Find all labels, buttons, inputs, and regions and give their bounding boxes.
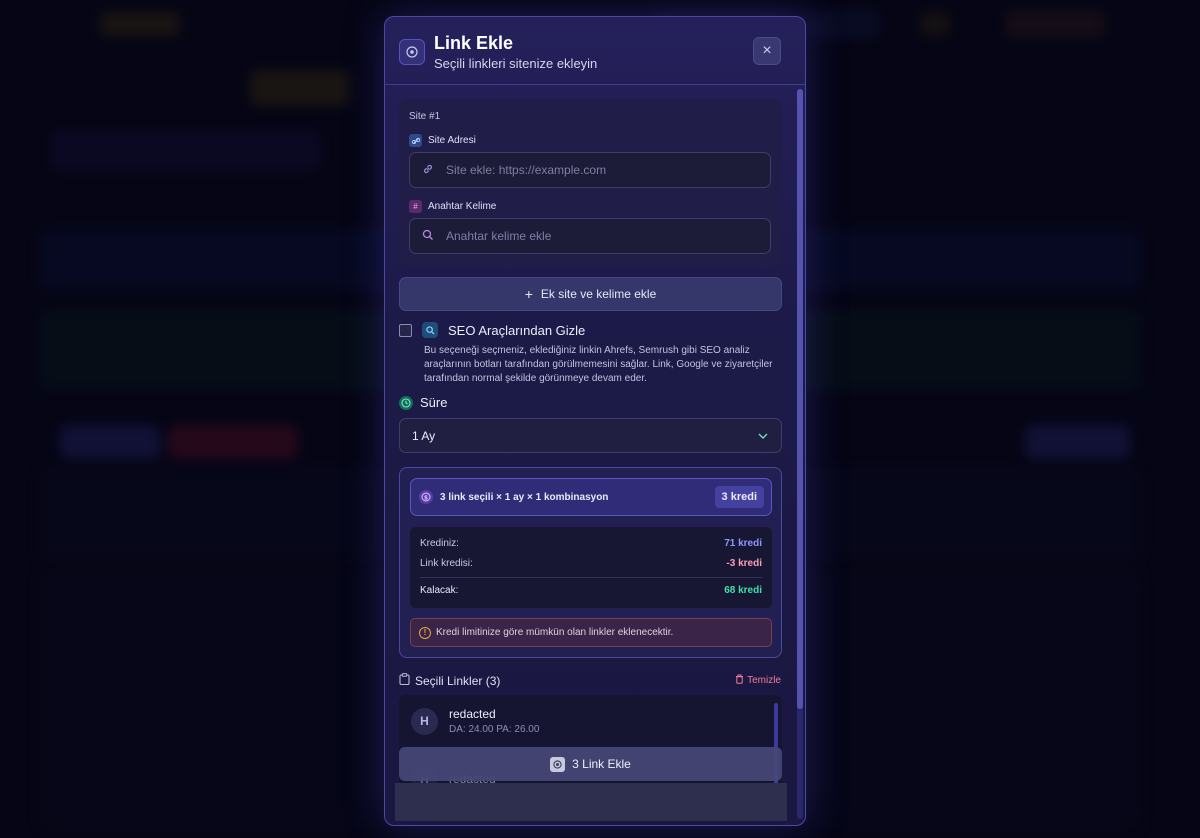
link-target-icon [399,39,425,65]
clear-selected-button[interactable]: Temizle [735,674,781,687]
keyword-placeholder: Anahtar kelime ekle [446,229,552,243]
link-icon [409,134,422,147]
list-item[interactable]: H redacted DA: 24.00 PA: 26.00 [411,707,539,735]
search-icon [422,229,434,244]
plus-icon: + [524,286,533,302]
dollar-icon: $ [419,490,433,504]
combination-text: 3 link seçili × 1 ay × 1 kombinasyon [440,491,609,503]
clipboard-icon [399,673,410,688]
target-icon [550,756,566,772]
link-add-modal: Link Ekle Seçili linkleri sitenize ekley… [384,16,806,826]
credit-breakdown: Krediniz: 71 kredi Link kredisi: -3 kred… [410,527,772,608]
selected-links-header: Seçili Linkler (3) [399,673,500,688]
add-site-keyword-button[interactable]: + Ek site ve kelime ekle [399,277,782,311]
avatar: H [411,707,438,735]
trash-icon [735,674,744,687]
add-links-submit-button[interactable]: 3 Link Ekle [399,747,782,781]
site-address-label: Site Adresi [409,134,476,147]
credit-summary-box: $ 3 link seçili × 1 ay × 1 kombinasyon 3… [399,467,782,658]
site-card: Site #1 Site Adresi Site ekle: https://e… [399,99,782,265]
modal-subtitle: Seçili linkleri sitenize ekleyin [434,56,598,71]
combination-credit-badge: 3 kredi [714,486,764,508]
seo-hide-row: SEO Araçlarından Gizle [399,322,585,338]
link-chain-icon [422,163,434,178]
add-links-submit-label: 3 Link Ekle [572,757,631,771]
keyword-label: # Anahtar Kelime [409,200,496,213]
chevron-down-icon [757,429,769,443]
credit-warning-text: Kredi limitinize göre mümkün olan linkle… [436,627,674,638]
clock-icon [399,395,413,410]
site-address-input[interactable]: Site ekle: https://example.com [409,152,771,188]
credit-row-link-cost: Link kredisi: -3 kredi [420,558,762,569]
credit-warning: ! Kredi limitinize göre mümkün olan link… [410,618,772,647]
credit-row-remaining: Kalacak: 68 kredi [420,585,762,596]
site-number-label: Site #1 [409,111,441,122]
credit-row-balance: Krediniz: 71 kredi [420,538,762,549]
duration-label: Süre [420,395,448,410]
duration-select[interactable]: 1 Ay [399,418,782,453]
site-address-placeholder: Site ekle: https://example.com [446,163,607,177]
warning-icon: ! [419,626,431,639]
seo-hide-checkbox[interactable] [399,323,412,337]
credit-divider [420,577,762,578]
keyword-input[interactable]: Anahtar kelime ekle [409,218,771,254]
modal-scrollbar-thumb[interactable] [797,89,803,709]
seo-hide-title: SEO Araçlarından Gizle [448,322,586,338]
add-site-keyword-label: Ek site ve kelime ekle [540,287,657,301]
duration-selected-value: 1 Ay [412,428,436,443]
hash-icon: # [409,200,422,213]
close-icon: × [762,42,772,59]
modal-scrollbar[interactable] [797,89,803,819]
seo-hide-description: Bu seçeneği seçmeniz, eklediğiniz linkin… [424,345,773,384]
modal-header: Link Ekle Seçili linkleri sitenize ekley… [385,17,805,85]
modal-footer [395,783,787,821]
magnifier-icon [422,322,438,338]
combination-bar: $ 3 link seçili × 1 ay × 1 kombinasyon 3… [410,478,772,516]
close-button[interactable]: × [753,37,781,65]
link-name: redacted [449,707,496,721]
modal-title: Link Ekle [434,33,514,53]
link-metrics: DA: 24.00 PA: 26.00 [449,724,540,735]
svg-text:$: $ [424,494,428,501]
duration-label-row: Süre [399,395,447,410]
